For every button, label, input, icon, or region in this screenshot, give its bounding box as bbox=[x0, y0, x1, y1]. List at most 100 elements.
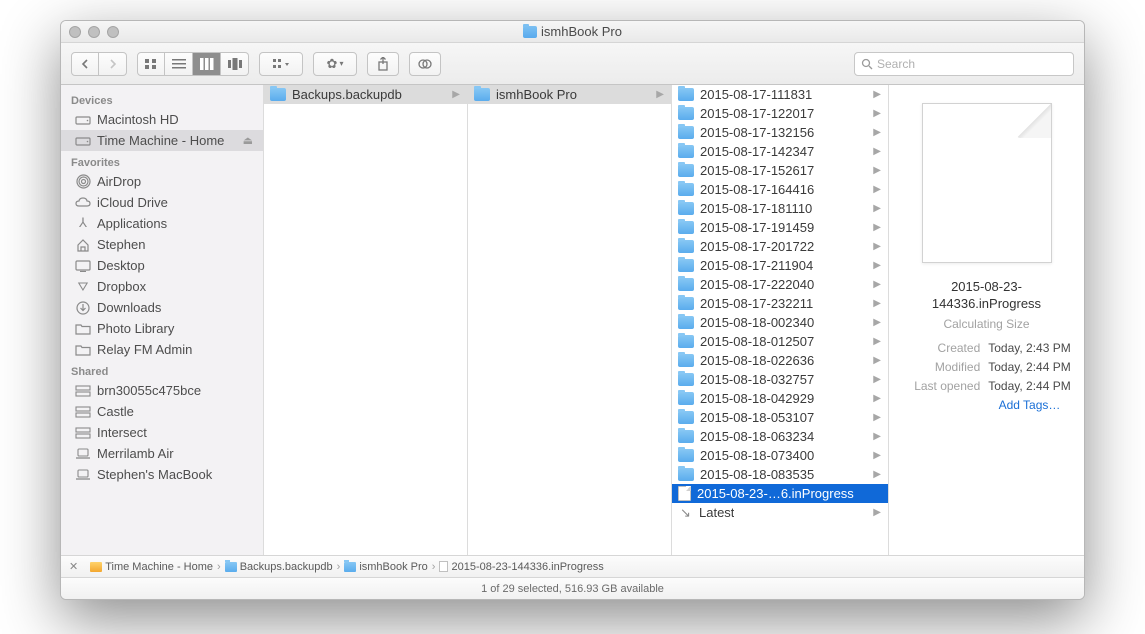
column-item[interactable]: 2015-08-18-073400▶ bbox=[672, 446, 888, 465]
preview-pane: 2015-08-23-144336.inProgress Calculating… bbox=[889, 85, 1084, 555]
sidebar-item-label: Macintosh HD bbox=[97, 112, 179, 127]
sidebar-item[interactable]: Stephen's MacBook bbox=[61, 464, 263, 485]
column-item[interactable]: 2015-08-18-063234▶ bbox=[672, 427, 888, 446]
sidebar-item[interactable]: AirDrop bbox=[61, 171, 263, 192]
column-item[interactable]: 2015-08-18-002340▶ bbox=[672, 313, 888, 332]
sidebar-item-label: Intersect bbox=[97, 425, 147, 440]
list-view-button[interactable] bbox=[165, 52, 193, 76]
column-item[interactable]: 2015-08-17-211904▶ bbox=[672, 256, 888, 275]
sidebar-item[interactable]: Time Machine - Home⏏ bbox=[61, 130, 263, 151]
column-item[interactable]: 2015-08-17-164416▶ bbox=[672, 180, 888, 199]
folder-icon bbox=[678, 316, 694, 329]
sidebar-item[interactable]: ⛛Dropbox bbox=[61, 276, 263, 297]
sidebar-item[interactable]: Photo Library bbox=[61, 318, 263, 339]
sidebar-item[interactable]: Castle bbox=[61, 401, 263, 422]
path-segment[interactable]: Backups.backupdb bbox=[225, 561, 333, 573]
column-browser: Backups.backupdb ▶ ismhBook Pro▶ 2015-08-… bbox=[264, 85, 1084, 555]
column-item[interactable]: Backups.backupdb ▶ bbox=[264, 85, 467, 104]
sidebar-heading: Devices bbox=[61, 89, 263, 109]
column-item[interactable]: 2015-08-18-012507▶ bbox=[672, 332, 888, 351]
path-segment[interactable]: 2015-08-23-144336.inProgress bbox=[439, 561, 603, 573]
sidebar-item-label: Photo Library bbox=[97, 321, 174, 336]
column-item-label: 2015-08-17-164416 bbox=[700, 182, 814, 197]
column-item[interactable]: 2015-08-17-222040▶ bbox=[672, 275, 888, 294]
column-item[interactable]: 2015-08-18-083535▶ bbox=[672, 465, 888, 484]
folder-icon bbox=[270, 88, 286, 101]
column-item[interactable]: 2015-08-17-201722 ▶ bbox=[672, 237, 888, 256]
column-item-label: 2015-08-17-222040 bbox=[700, 277, 814, 292]
folder-icon bbox=[678, 145, 694, 158]
sidebar-item[interactable]: ⅄Applications bbox=[61, 213, 263, 234]
sidebar-heading: Favorites bbox=[61, 151, 263, 171]
eject-icon[interactable]: ⏏ bbox=[243, 134, 253, 147]
sidebar-item-label: brn30055c475bce bbox=[97, 383, 201, 398]
path-bar-close[interactable]: ✕ bbox=[69, 560, 78, 573]
column-item[interactable]: ismhBook Pro▶ bbox=[468, 85, 671, 104]
sidebar-item[interactable]: Macintosh HD bbox=[61, 109, 263, 130]
column-2[interactable]: ismhBook Pro▶ bbox=[468, 85, 672, 555]
add-tags-link[interactable]: Add Tags… bbox=[999, 398, 1061, 412]
folder-icon bbox=[678, 354, 694, 367]
finder-window: ismhBook Pro bbox=[60, 20, 1085, 600]
sidebar-item[interactable]: Stephen bbox=[61, 234, 263, 255]
tags-button[interactable] bbox=[409, 52, 441, 76]
column-item-label: 2015-08-17-201722 bbox=[700, 239, 814, 254]
path-segment[interactable]: Time Machine - Home bbox=[90, 561, 213, 573]
column-item[interactable]: 2015-08-17-232211▶ bbox=[672, 294, 888, 313]
column-item[interactable]: 2015-08-17-111831▶ bbox=[672, 85, 888, 104]
column-item[interactable]: 2015-08-18-022636▶ bbox=[672, 351, 888, 370]
column-item[interactable]: 2015-08-17-181110▶ bbox=[672, 199, 888, 218]
folder-icon bbox=[678, 183, 694, 196]
column-item[interactable]: 2015-08-17-152617▶ bbox=[672, 161, 888, 180]
laptop-icon bbox=[75, 468, 91, 482]
sidebar-item[interactable]: Relay FM Admin bbox=[61, 339, 263, 360]
sidebar-item-label: Merrilamb Air bbox=[97, 446, 174, 461]
search-input[interactable] bbox=[877, 57, 1067, 71]
sidebar-item-label: AirDrop bbox=[97, 174, 141, 189]
column-item[interactable]: 2015-08-17-132156▶ bbox=[672, 123, 888, 142]
action-button[interactable]: ✿ ▾ bbox=[313, 52, 357, 76]
forward-button[interactable] bbox=[99, 52, 127, 76]
column-view-button[interactable] bbox=[193, 52, 221, 76]
column-3[interactable]: 2015-08-17-111831▶2015-08-17-122017▶2015… bbox=[672, 85, 889, 555]
coverflow-view-button[interactable] bbox=[221, 52, 249, 76]
laptop-icon bbox=[75, 447, 91, 461]
column-item[interactable]: 2015-08-18-042929▶ bbox=[672, 389, 888, 408]
sidebar-item[interactable]: Downloads bbox=[61, 297, 263, 318]
column-item-label: 2015-08-18-083535 bbox=[700, 467, 814, 482]
search-field[interactable] bbox=[854, 52, 1074, 76]
chevron-right-icon: ▶ bbox=[873, 241, 884, 252]
sidebar-item[interactable]: iCloud Drive bbox=[61, 192, 263, 213]
icon-view-button[interactable] bbox=[137, 52, 165, 76]
back-button[interactable] bbox=[71, 52, 99, 76]
column-item[interactable]: 2015-08-18-032757▶ bbox=[672, 370, 888, 389]
column-item-label: 2015-08-17-152617 bbox=[700, 163, 814, 178]
home-icon bbox=[75, 238, 91, 252]
chevron-right-icon: ▶ bbox=[656, 89, 667, 100]
sidebar-item-label: iCloud Drive bbox=[97, 195, 168, 210]
folder-icon bbox=[678, 259, 694, 272]
file-icon bbox=[439, 561, 448, 572]
chevron-right-icon: ▶ bbox=[452, 89, 463, 100]
path-segment[interactable]: ismhBook Pro bbox=[344, 561, 427, 573]
column-item[interactable]: 2015-08-23-…6.inProgress bbox=[672, 484, 888, 503]
column-item[interactable]: ↘Latest▶ bbox=[672, 503, 888, 522]
column-item-label: 2015-08-18-042929 bbox=[700, 391, 814, 406]
sidebar-item[interactable]: Intersect bbox=[61, 422, 263, 443]
chevron-right-icon: ▶ bbox=[873, 146, 884, 157]
folder-icon bbox=[678, 240, 694, 253]
column-item[interactable]: 2015-08-17-191459▶ bbox=[672, 218, 888, 237]
sidebar-item[interactable]: brn30055c475bce bbox=[61, 380, 263, 401]
column-item[interactable]: 2015-08-17-122017▶ bbox=[672, 104, 888, 123]
meta-row: CreatedToday, 2:43 PM bbox=[902, 339, 1071, 358]
sidebar-item[interactable]: Desktop bbox=[61, 255, 263, 276]
column-item[interactable]: 2015-08-17-142347▶ bbox=[672, 142, 888, 161]
share-button[interactable] bbox=[367, 52, 399, 76]
column-item[interactable]: 2015-08-18-053107▶ bbox=[672, 408, 888, 427]
arrange-button[interactable] bbox=[259, 52, 303, 76]
column-item-label: 2015-08-17-211904 bbox=[700, 258, 813, 273]
chevron-right-icon: ▶ bbox=[873, 89, 884, 100]
sidebar-item[interactable]: Merrilamb Air bbox=[61, 443, 263, 464]
column-item-label: Backups.backupdb bbox=[292, 87, 402, 102]
column-1[interactable]: Backups.backupdb ▶ bbox=[264, 85, 468, 555]
